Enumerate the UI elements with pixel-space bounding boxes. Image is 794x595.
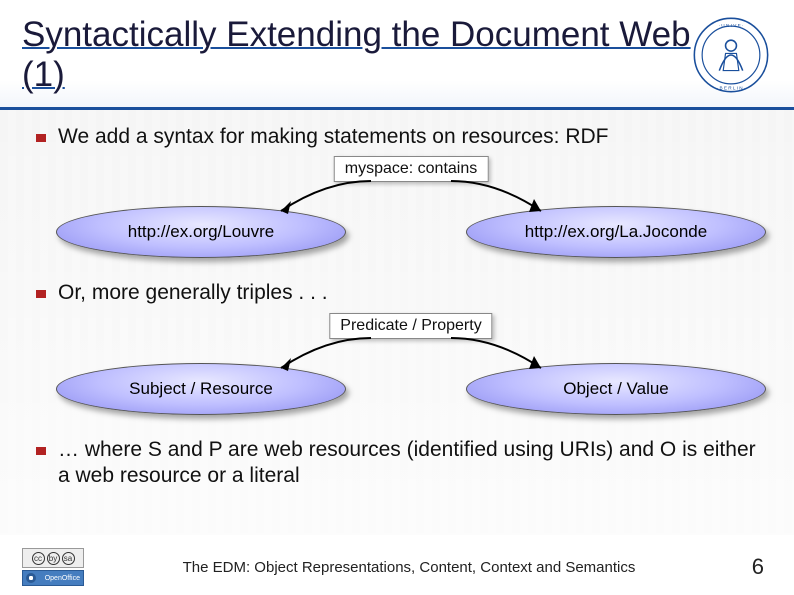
subject-text-1: http://ex.org/Louvre <box>128 222 274 242</box>
diagram-triple-generic: Predicate / Property Subject / Resource … <box>66 311 756 431</box>
diagram-rdf-example: myspace: contains http://ex.org/Louvre h… <box>66 154 756 274</box>
bullet-1: We add a syntax for making statements on… <box>36 124 764 150</box>
svg-text:· U N I V E ·: · U N I V E · <box>718 22 743 27</box>
footer: ccbysa OpenOffice The EDM: Object Repres… <box>0 539 794 595</box>
subject-node-1: http://ex.org/Louvre <box>56 206 346 258</box>
license-badges: ccbysa OpenOffice <box>22 548 94 586</box>
object-node-2: Object / Value <box>466 363 766 415</box>
content-area: We add a syntax for making statements on… <box>0 110 794 489</box>
object-text-1: http://ex.org/La.Joconde <box>525 222 707 242</box>
bullet-3: … where S and P are web resources (ident… <box>36 437 764 490</box>
footer-text: The EDM: Object Representations, Content… <box>94 559 724 576</box>
bullet-2: Or, more generally triples . . . <box>36 280 764 306</box>
university-seal-icon: · U N I V E · · B E R L I N · <box>692 16 770 94</box>
subject-text-2: Subject / Resource <box>129 379 273 399</box>
openoffice-icon: OpenOffice <box>22 570 84 586</box>
predicate-label-1: myspace: contains <box>334 156 489 182</box>
object-node-1: http://ex.org/La.Joconde <box>466 206 766 258</box>
subject-node-2: Subject / Resource <box>56 363 346 415</box>
slide-title: Syntactically Extending the Document Web… <box>22 15 692 93</box>
object-text-2: Object / Value <box>563 379 669 399</box>
title-bar: Syntactically Extending the Document Web… <box>0 0 794 110</box>
page-number: 6 <box>724 554 764 580</box>
svg-text:· B E R L I N ·: · B E R L I N · <box>717 85 746 90</box>
predicate-label-2: Predicate / Property <box>329 313 492 339</box>
cc-by-sa-icon: ccbysa <box>22 548 84 568</box>
